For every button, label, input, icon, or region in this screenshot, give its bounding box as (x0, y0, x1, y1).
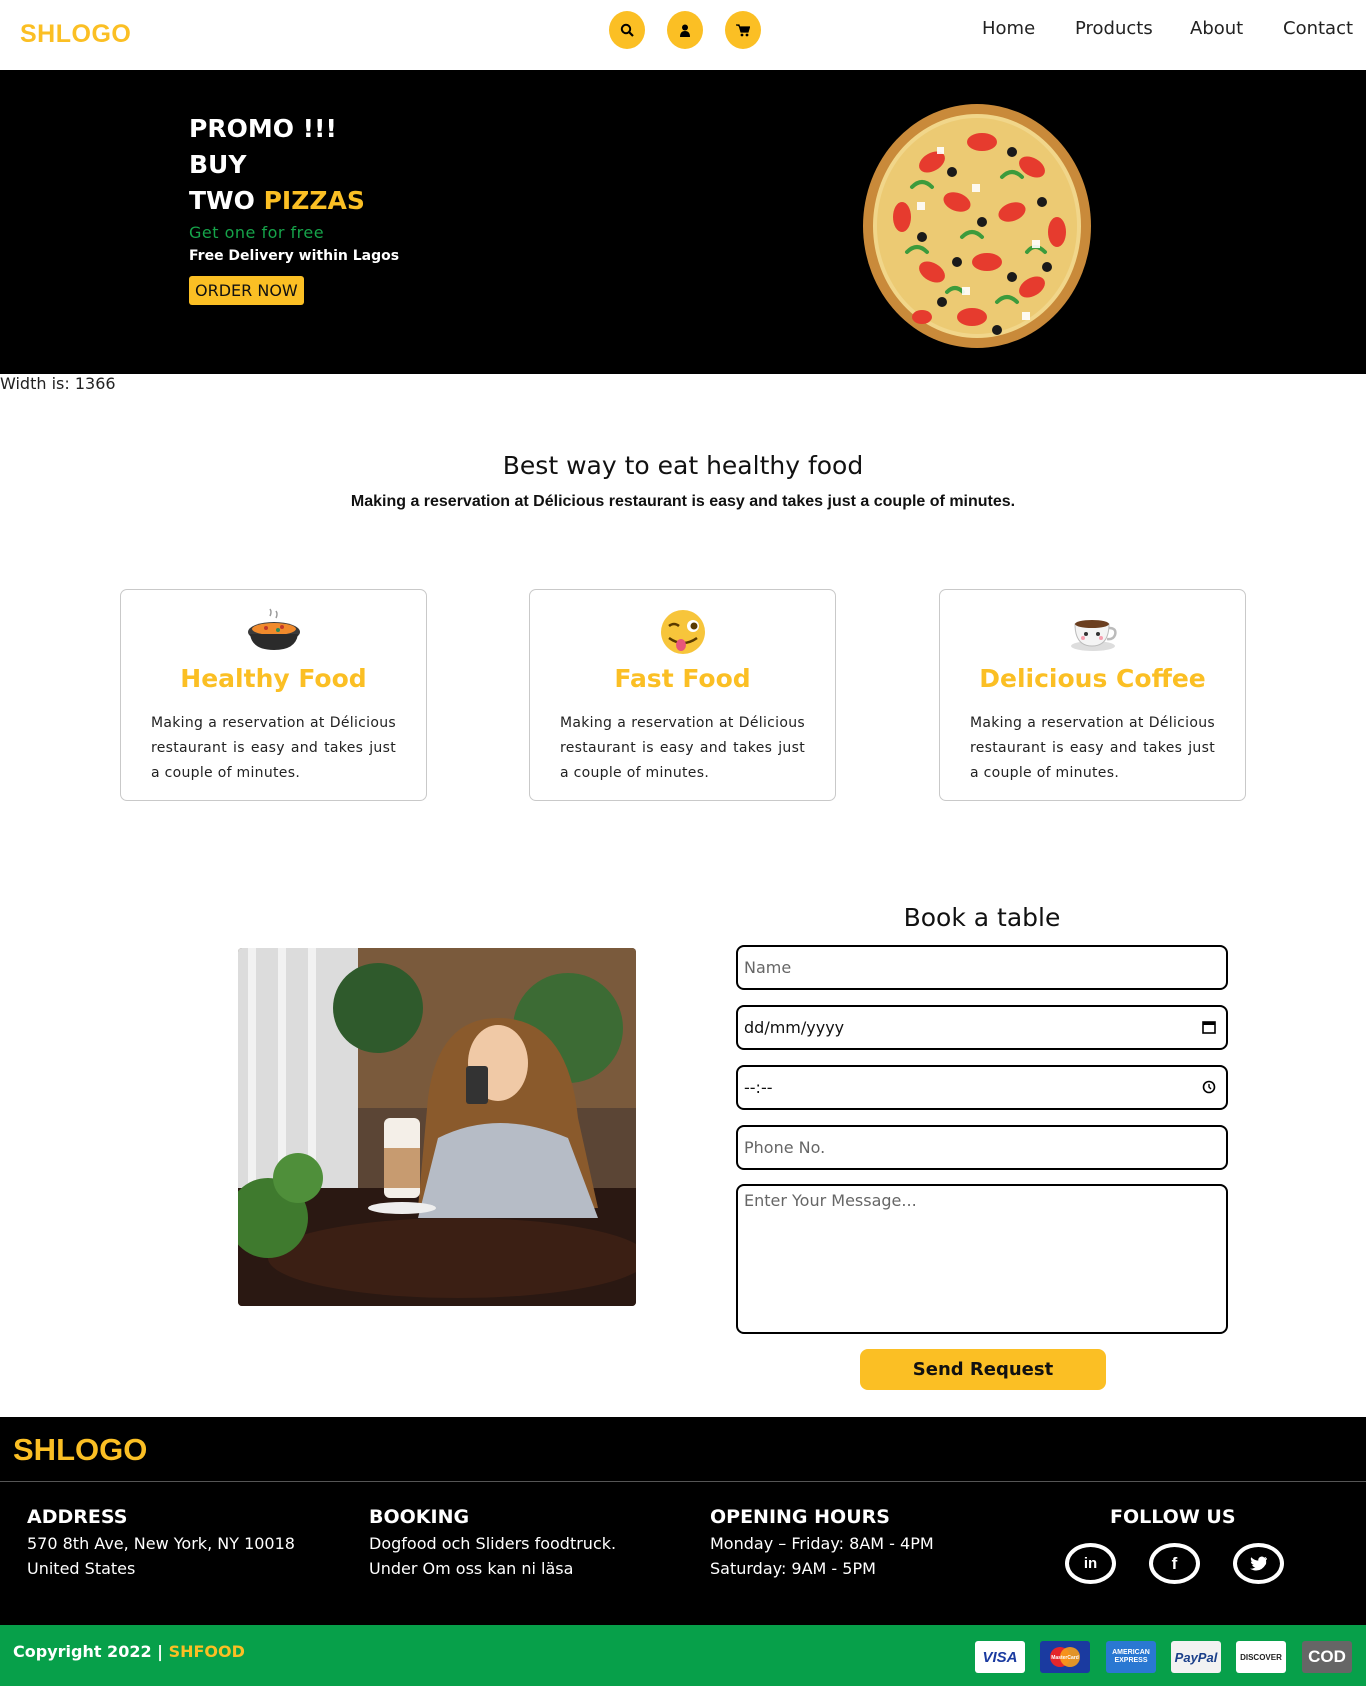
hours-heading: OPENING HOURS (710, 1506, 890, 1528)
phone-input[interactable]: Phone No. (736, 1125, 1228, 1170)
hours-line-1: Monday – Friday: 8AM - 4PM (710, 1534, 934, 1553)
promo-line-1: PROMO !!! (189, 114, 337, 143)
svg-text:MasterCard: MasterCard (1051, 1655, 1079, 1661)
card-text: Making a reservation at Délicious restau… (151, 715, 396, 781)
date-input[interactable]: dd/mm/yyyy (736, 1005, 1228, 1050)
delivery-note: Free Delivery within Lagos (189, 248, 400, 264)
card-text: Making a reservation at Délicious restau… (560, 715, 805, 781)
clock-icon[interactable] (1202, 1080, 1216, 1094)
booking-title: Book a table (903, 903, 1061, 932)
footer-logo[interactable]: SHLOGO (13, 1432, 147, 1468)
paypal-icon: PayPal (1171, 1641, 1221, 1673)
footer-divider (0, 1481, 1366, 1482)
amex-icon: AMERICAN EXPRESS (1106, 1641, 1156, 1673)
feature-card-fast-food: Fast Food Making a reservation at Délici… (529, 589, 836, 801)
footer-follow: FOLLOW US (1110, 1506, 1236, 1531)
search-icon[interactable] (609, 11, 645, 49)
brand-link[interactable]: SHFOOD (169, 1642, 245, 1661)
hours-line-2: Saturday: 9AM - 5PM (710, 1559, 876, 1578)
linkedin-icon[interactable]: in (1065, 1543, 1116, 1584)
copyright-label: Copyright 2022 | (13, 1642, 163, 1661)
cod-icon: COD (1302, 1641, 1352, 1673)
booking-line-1: Dogfood och Sliders foodtruck. (369, 1534, 617, 1553)
order-now-button[interactable]: ORDER NOW (189, 276, 304, 305)
promo-line-2: BUY (189, 150, 247, 179)
promo-banner: PROMO !!! BUY TWO PIZZAS Get one for fre… (0, 70, 1366, 374)
restaurant-photo (238, 948, 636, 1306)
nav-about[interactable]: About (1190, 18, 1243, 39)
message-textarea[interactable]: Enter Your Message... (736, 1184, 1228, 1334)
booking-heading: BOOKING (369, 1506, 470, 1528)
card-title: Delicious Coffee (979, 664, 1206, 693)
card-title: Fast Food (614, 664, 751, 693)
name-input[interactable]: Name (736, 945, 1228, 990)
send-request-button[interactable]: Send Request (860, 1349, 1106, 1390)
promo-tagline: Get one for free (189, 223, 325, 242)
promo-line-3: TWO PIZZAS (189, 186, 365, 215)
feature-card-delicious-coffee: Delicious Coffee Making a reservation at… (939, 589, 1246, 801)
mastercard-icon: MasterCard (1040, 1641, 1090, 1673)
address-heading: ADDRESS (27, 1506, 128, 1528)
card-text: Making a reservation at Délicious restau… (970, 715, 1215, 781)
copyright-text: Copyright 2022 | SHFOOD (13, 1642, 245, 1661)
visa-icon: VISA (975, 1641, 1025, 1673)
address-line-2: United States (27, 1559, 136, 1578)
time-input-value: --:-- (744, 1078, 773, 1097)
copyright-bar: Copyright 2022 | SHFOOD VISA MasterCard … (0, 1625, 1366, 1686)
section-title: Best way to eat healthy food (502, 451, 864, 480)
width-debug-text: Width is: 1366 (0, 374, 116, 393)
winking-face-icon (660, 610, 705, 654)
footer-booking: BOOKING Dogfood och Sliders foodtruck. U… (369, 1506, 616, 1581)
time-input[interactable]: --:-- (736, 1065, 1228, 1110)
discover-icon: DISCOVER (1236, 1641, 1286, 1673)
site-footer: SHLOGO ADDRESS 570 8th Ave, New York, NY… (0, 1417, 1366, 1625)
card-title: Healthy Food (180, 664, 367, 693)
calendar-icon[interactable] (1202, 1020, 1216, 1034)
address-line-1: 570 8th Ave, New York, NY 10018 (27, 1534, 295, 1553)
user-icon[interactable] (667, 11, 703, 49)
date-input-value: dd/mm/yyyy (744, 1018, 845, 1037)
nav-products[interactable]: Products (1075, 18, 1153, 39)
coffee-cup-icon (1070, 620, 1117, 651)
footer-hours: OPENING HOURS Monday – Friday: 8AM - 4PM… (710, 1506, 934, 1581)
footer-address: ADDRESS 570 8th Ave, New York, NY 10018 … (27, 1506, 295, 1581)
promo-line-3-prefix: TWO (189, 186, 255, 215)
promo-highlight: PIZZAS (263, 186, 365, 215)
site-logo[interactable]: SHLOGO (20, 20, 131, 49)
twitter-icon[interactable] (1233, 1543, 1284, 1584)
follow-heading: FOLLOW US (1110, 1506, 1236, 1528)
cart-icon[interactable] (725, 11, 761, 49)
facebook-icon[interactable]: f (1149, 1543, 1200, 1584)
nav-contact[interactable]: Contact (1283, 18, 1353, 39)
feature-card-healthy-food: Healthy Food Making a reservation at Dél… (120, 589, 427, 801)
nav-home[interactable]: Home (982, 18, 1035, 39)
pizza-image (863, 104, 1091, 348)
pot-icon (247, 608, 300, 650)
section-subtitle: Making a reservation at Délicious restau… (350, 493, 1016, 510)
site-header: SHLOGO Home Products About Contact (0, 0, 1366, 70)
booking-line-2: Under Om oss kan ni läsa (369, 1559, 574, 1578)
